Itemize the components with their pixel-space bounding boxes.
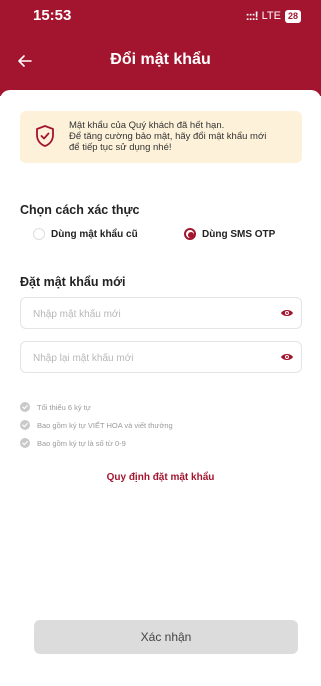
check-circle-icon	[20, 438, 30, 448]
main-content: Mật khẩu của Quý khách đã hết hạn. Để tă…	[0, 90, 321, 686]
battery-icon: 28	[284, 9, 301, 23]
rule-item: Bao gồm ký tự là số từ 0-9	[20, 438, 126, 448]
notice-line: để tiếp tục sử dụng nhé!	[69, 142, 172, 153]
network-type: LTE	[261, 10, 281, 22]
rule-text: Tối thiểu 6 ký tự	[37, 402, 91, 412]
radio-unchecked-icon	[33, 228, 45, 240]
eye-icon[interactable]	[280, 352, 294, 362]
status-bar: 15:53 :::! LTE 28	[0, 0, 321, 36]
expired-password-notice: Mật khẩu của Quý khách đã hết hạn. Để tă…	[20, 111, 302, 163]
app-header: 15:53 :::! LTE 28 Đổi mật khẩu	[0, 0, 321, 96]
notice-line: Mật khẩu của Quý khách đã hết hạn.	[69, 120, 225, 131]
radio-label: Dùng mật khẩu cũ	[51, 228, 138, 240]
confirm-button[interactable]: Xác nhận	[34, 620, 298, 654]
new-password-field	[20, 297, 302, 330]
radio-old-password[interactable]: Dùng mật khẩu cũ	[33, 228, 138, 240]
rule-item: Tối thiểu 6 ký tự	[20, 402, 91, 412]
auth-method-title: Chọn cách xác thực	[20, 203, 140, 217]
new-password-input[interactable]	[31, 298, 265, 330]
rule-text: Bao gồm ký tự là số từ 0-9	[37, 438, 126, 448]
notice-text: Mật khẩu của Quý khách đã hết hạn. Để tă…	[69, 120, 296, 153]
radio-checked-icon	[184, 228, 196, 240]
confirm-password-field	[20, 341, 302, 374]
page-title: Đổi mật khẩu	[110, 51, 211, 68]
check-circle-icon	[20, 402, 30, 412]
status-time: 15:53	[33, 7, 72, 24]
rule-item: Bao gồm ký tự VIẾT HOA và viết thường	[20, 420, 173, 430]
rule-text: Bao gồm ký tự VIẾT HOA và viết thường	[37, 420, 173, 430]
password-policy-link[interactable]: Quy định đặt mật khẩu	[0, 472, 321, 483]
check-circle-icon	[20, 420, 30, 430]
new-password-title: Đặt mật khẩu mới	[20, 275, 126, 289]
radio-sms-otp[interactable]: Dùng SMS OTP	[184, 228, 275, 240]
signal-icon: :::!	[245, 9, 259, 23]
nav-bar: Đổi mật khẩu	[0, 46, 321, 76]
confirm-password-input[interactable]	[31, 342, 265, 374]
status-indicators: :::! LTE 28	[246, 9, 301, 23]
shield-check-icon	[36, 125, 54, 147]
notice-line: Để tăng cường bảo mật, hãy đổi mật khẩu …	[69, 131, 267, 142]
eye-icon[interactable]	[280, 308, 294, 318]
radio-label: Dùng SMS OTP	[202, 228, 276, 240]
